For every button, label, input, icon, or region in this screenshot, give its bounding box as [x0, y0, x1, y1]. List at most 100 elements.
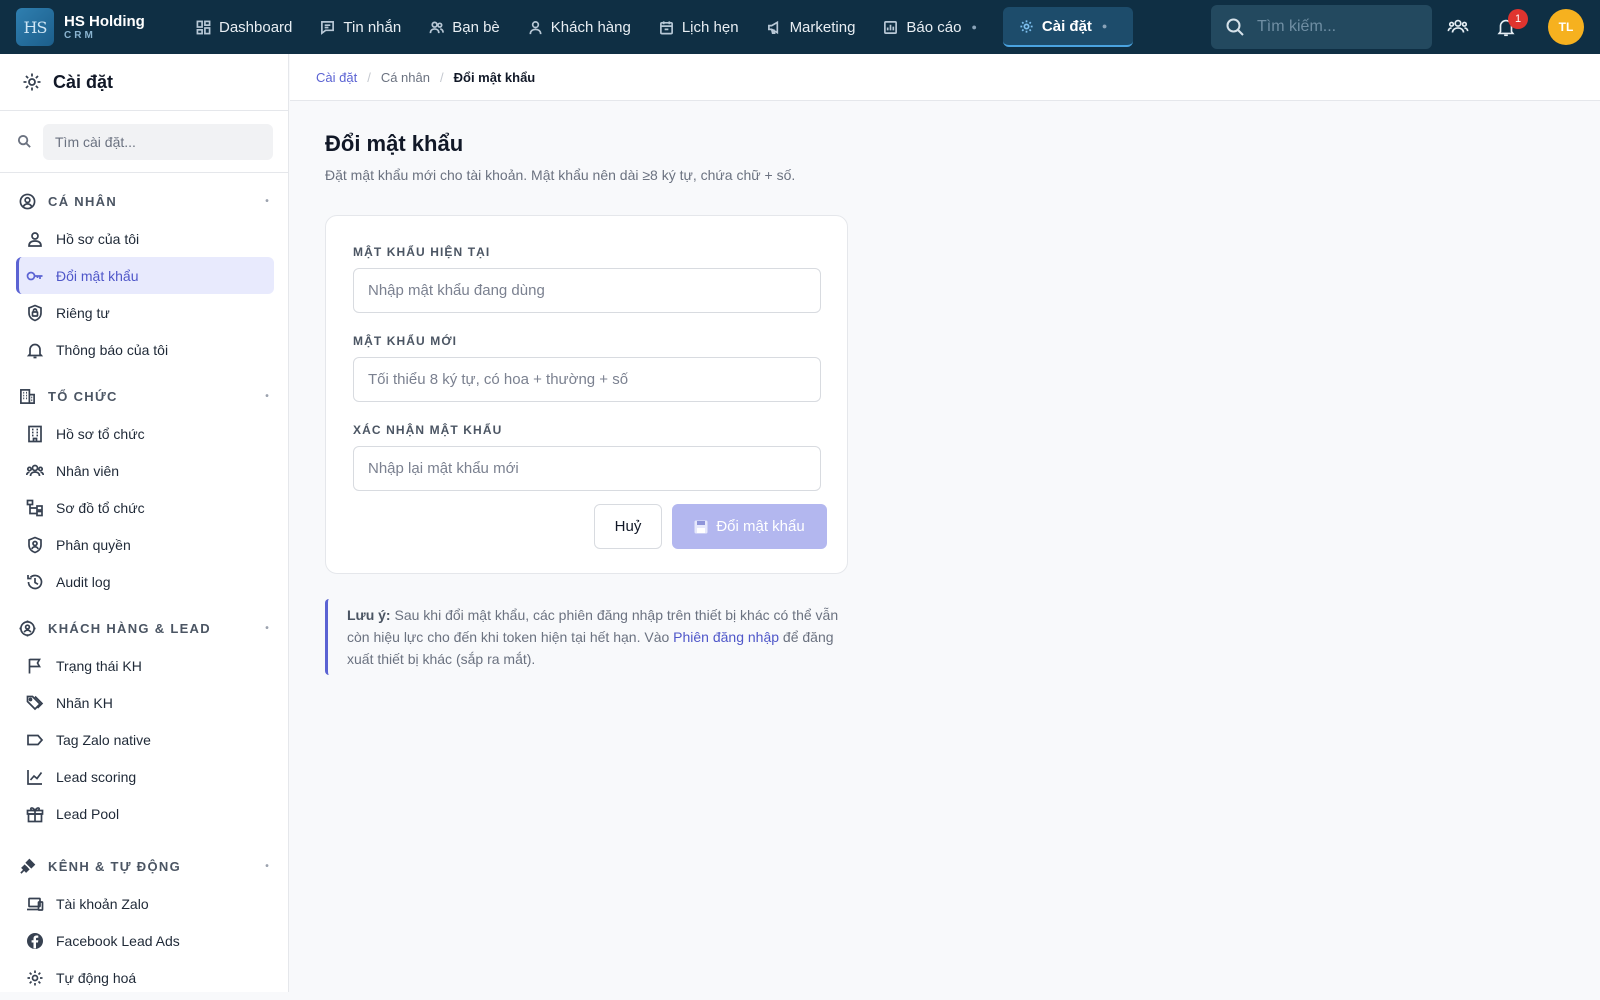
- settings-search-input[interactable]: [43, 123, 273, 160]
- users-icon: [26, 464, 44, 476]
- sidebar-item-change-password[interactable]: Đổi mật khẩu: [16, 257, 274, 294]
- gear-icon: [1020, 19, 1033, 33]
- session-note: Lưu ý: Sau khi đổi mật khẩu, các phiên đ…: [325, 599, 845, 675]
- target-user-icon: [19, 620, 36, 637]
- notifications-button[interactable]: 1: [1492, 9, 1528, 41]
- gift-icon: [26, 806, 44, 822]
- sidebar-group-title: TỔ CHỨC: [48, 389, 118, 404]
- sidebar-item-org-profile[interactable]: Hồ sơ tổ chức: [16, 415, 274, 452]
- global-search: [1211, 5, 1432, 49]
- nav-friends[interactable]: Bạn bè: [415, 7, 514, 47]
- brand[interactable]: HS HS Holding CRM: [16, 8, 174, 46]
- sidebar-item-permissions[interactable]: Phân quyền: [16, 526, 274, 563]
- sidebar-item-customer-status[interactable]: Trạng thái KH: [16, 647, 274, 684]
- gear-icon: [23, 73, 41, 91]
- sidebar-item-zalo-tags[interactable]: Tag Zalo native: [16, 721, 274, 758]
- sidebar-item-automation[interactable]: Tự động hoá: [16, 959, 274, 992]
- cancel-button[interactable]: Huỷ: [594, 504, 662, 549]
- nav-label: Báo cáo: [906, 18, 962, 36]
- user-circle-icon: [19, 193, 36, 210]
- sidebar-title: Cài đặt: [53, 71, 114, 92]
- key-icon: [26, 271, 43, 280]
- brand-logo: HS: [16, 8, 54, 46]
- sidebar-item-my-profile[interactable]: Hồ sơ của tôi: [16, 220, 274, 257]
- sidebar-item-label: Tài khoản Zalo: [56, 895, 149, 912]
- sidebar-item-audit-log[interactable]: Audit log: [16, 563, 274, 600]
- new-password-input[interactable]: [353, 357, 821, 402]
- breadcrumb-separator: /: [439, 69, 444, 85]
- sidebar-group-customers-leads[interactable]: KHÁCH HÀNG & LEAD •: [0, 610, 288, 647]
- brand-name: HS Holding: [64, 13, 145, 30]
- user-avatar[interactable]: TL: [1548, 9, 1584, 45]
- sidebar-item-label: Tự động hoá: [56, 969, 137, 986]
- breadcrumb: Cài đặt / Cá nhân / Đổi mật khẩu: [290, 54, 1600, 101]
- sidebar-item-privacy[interactable]: Riêng tư: [16, 294, 274, 331]
- plug-icon: [20, 858, 36, 874]
- nav-settings[interactable]: Cài đặt ●: [1002, 7, 1133, 47]
- global-search-input[interactable]: [1257, 18, 1427, 36]
- org-chart-icon: [26, 499, 43, 516]
- sidebar-item-customer-tags[interactable]: Nhãn KH: [16, 684, 274, 721]
- notification-badge: 1: [1508, 9, 1528, 29]
- nav-dashboard[interactable]: Dashboard: [182, 7, 306, 47]
- sidebar-item-lead-pool[interactable]: Lead Pool: [16, 795, 274, 832]
- friends-icon: [429, 21, 445, 33]
- nav-label: Cài đặt: [1041, 17, 1092, 35]
- chevron-down-icon: ●: [971, 22, 977, 32]
- message-icon: [321, 20, 335, 35]
- change-password-form: MẬT KHẨU HIỆN TẠI MẬT KHẨU MỚI XÁC NHẬN …: [325, 215, 848, 574]
- current-password-label: MẬT KHẨU HIỆN TẠI: [353, 245, 491, 259]
- sidebar-item-label: Phân quyền: [56, 536, 131, 553]
- change-password-button[interactable]: Đổi mật khẩu: [672, 504, 827, 549]
- nav-reports[interactable]: Báo cáo ●: [869, 7, 990, 47]
- sidebar-header: Cài đặt: [0, 54, 288, 111]
- sidebar-item-zalo-accounts[interactable]: Tài khoản Zalo: [16, 885, 274, 922]
- sidebar-group-organization[interactable]: TỔ CHỨC •: [0, 378, 288, 415]
- report-icon: [884, 20, 898, 34]
- new-password-label: MẬT KHẨU MỚI: [353, 334, 458, 348]
- breadcrumb-current: Đổi mật khẩu: [453, 69, 536, 85]
- label-icon: [27, 734, 44, 745]
- sidebar-item-staff[interactable]: Nhân viên: [16, 452, 274, 489]
- chevron-down-icon: •: [265, 391, 270, 402]
- sidebar-item-label: Nhân viên: [56, 462, 120, 479]
- sidebar-item-facebook-lead-ads[interactable]: Facebook Lead Ads: [16, 922, 274, 959]
- note-prefix: Lưu ý:: [347, 607, 391, 623]
- sidebar-item-label: Facebook Lead Ads: [56, 932, 180, 949]
- devices-icon: [27, 897, 44, 911]
- sidebar-item-lead-scoring[interactable]: Lead scoring: [16, 758, 274, 795]
- breadcrumb-separator: /: [367, 69, 371, 85]
- flag-icon: [28, 658, 41, 673]
- sidebar-item-label: Sơ đồ tổ chức: [56, 499, 145, 516]
- chevron-down-icon: •: [265, 861, 270, 872]
- sidebar-group-title: KÊNH & TỰ ĐỘNG: [48, 859, 181, 874]
- nav-customers[interactable]: Khách hàng: [514, 7, 645, 47]
- nav-appointments[interactable]: Lịch hẹn: [645, 7, 753, 47]
- dashboard-icon: [196, 20, 211, 34]
- line-chart-icon: [27, 769, 43, 785]
- breadcrumb-settings[interactable]: Cài đặt: [316, 70, 357, 85]
- breadcrumb-personal[interactable]: Cá nhân: [381, 70, 430, 85]
- sessions-link[interactable]: Phiên đăng nhập: [673, 629, 779, 645]
- main-content: Cài đặt / Cá nhân / Đổi mật khẩu Đổi mật…: [290, 54, 1600, 992]
- sidebar-item-label: Lead Pool: [56, 805, 120, 822]
- sidebar-item-label: Thông báo của tôi: [56, 341, 169, 358]
- nav-marketing[interactable]: Marketing: [753, 7, 870, 47]
- nav-label: Tin nhắn: [343, 18, 402, 36]
- team-button[interactable]: [1444, 13, 1472, 41]
- building-icon: [20, 389, 35, 404]
- confirm-password-label: XÁC NHẬN MẬT KHẨU: [353, 423, 503, 437]
- sidebar-group-personal[interactable]: CÁ NHÂN •: [0, 183, 288, 220]
- nav-messages[interactable]: Tin nhắn: [306, 7, 415, 47]
- search-icon: [1226, 18, 1244, 36]
- current-password-input[interactable]: [353, 268, 821, 313]
- sidebar-item-label: Nhãn KH: [56, 694, 113, 711]
- sidebar-item-my-notifications[interactable]: Thông báo của tôi: [16, 331, 274, 368]
- sidebar-item-label: Đổi mật khẩu: [56, 267, 139, 284]
- sidebar-group-channels-automation[interactable]: KÊNH & TỰ ĐỘNG •: [0, 848, 288, 885]
- confirm-password-input[interactable]: [353, 446, 821, 491]
- sidebar-item-org-chart[interactable]: Sơ đồ tổ chức: [16, 489, 274, 526]
- sidebar-item-label: Tag Zalo native: [56, 731, 151, 748]
- sidebar-item-label: Hồ sơ của tôi: [56, 230, 140, 247]
- sidebar-item-label: Trạng thái KH: [56, 657, 142, 674]
